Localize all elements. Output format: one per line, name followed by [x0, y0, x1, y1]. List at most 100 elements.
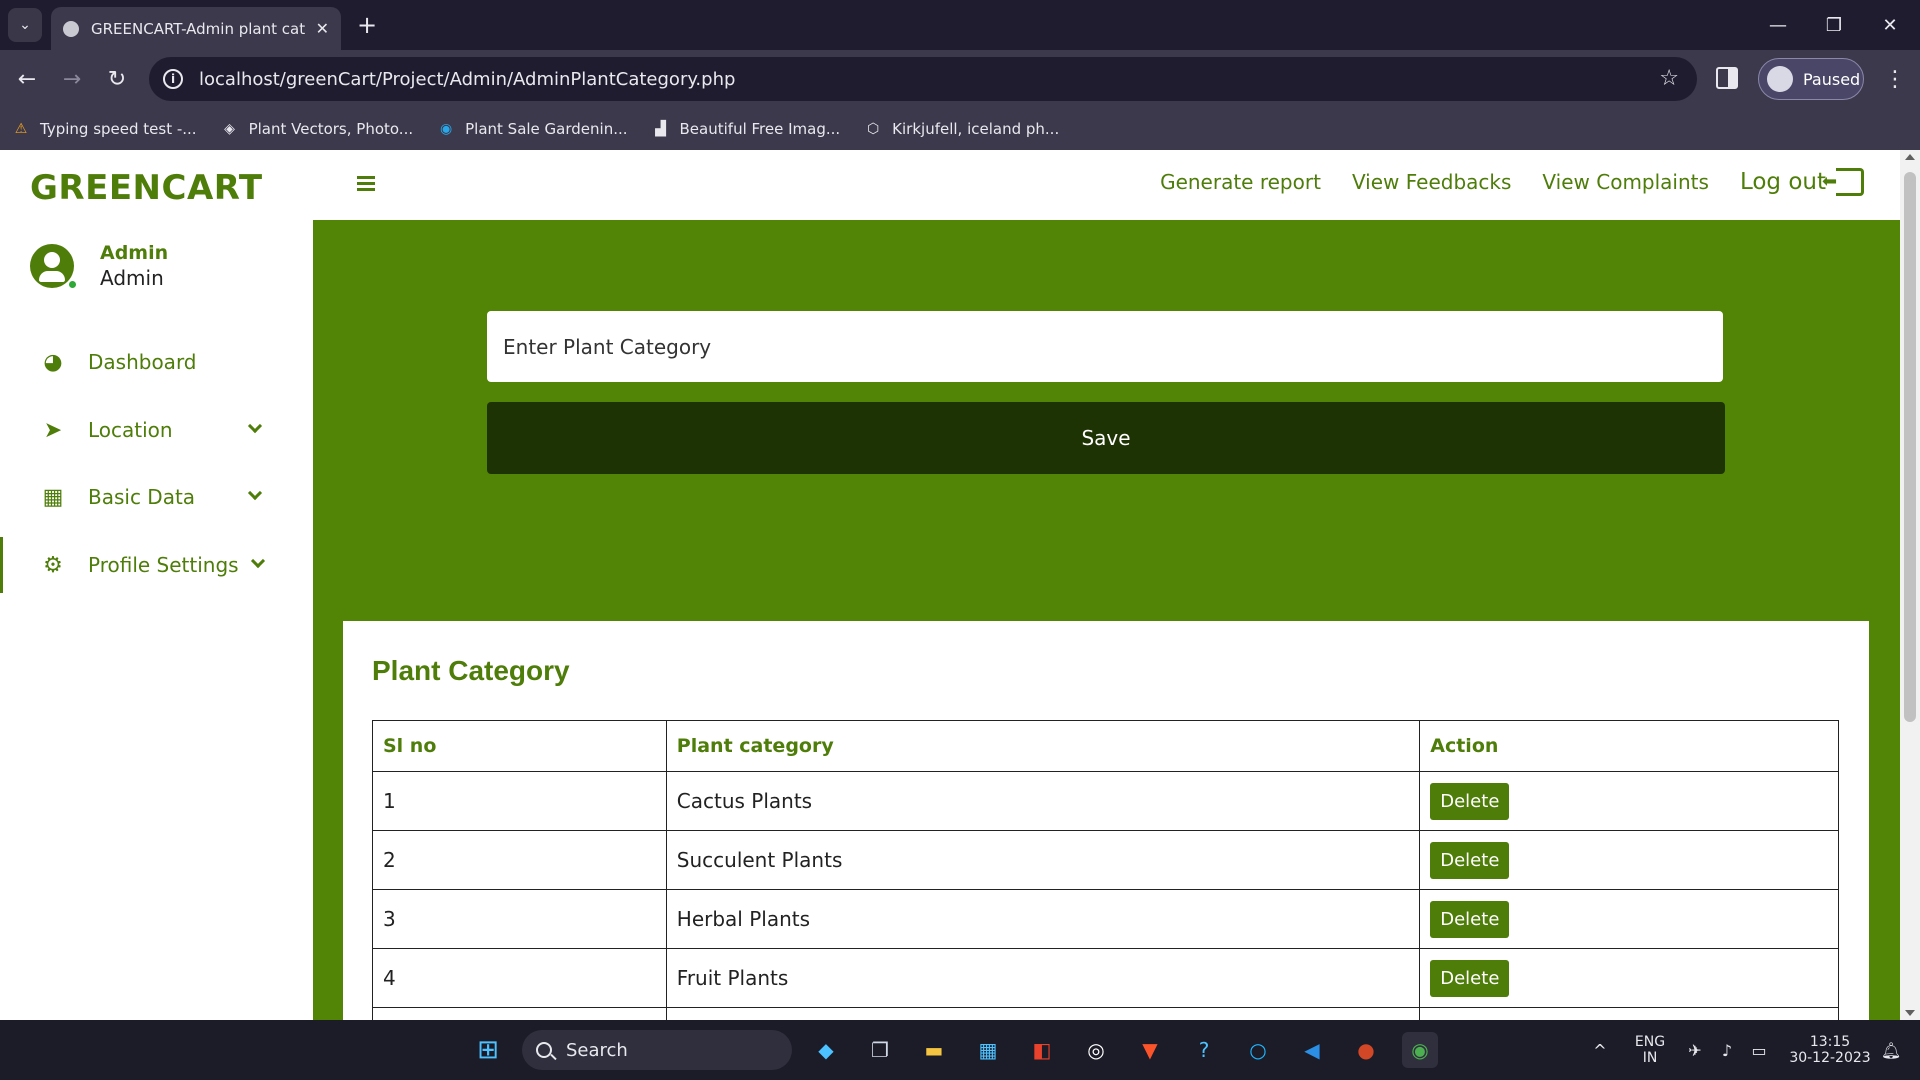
table-row: 1 Cactus Plants Delete	[372, 771, 1839, 831]
close-tab-icon[interactable]: ✕	[316, 19, 329, 38]
file-explorer-icon[interactable]: ▬	[916, 1032, 952, 1068]
avatar	[30, 244, 78, 290]
top-links: Generate report View Feedbacks View Comp…	[1129, 168, 1864, 196]
vscode-icon[interactable]: ◀	[1294, 1032, 1330, 1068]
site-info-icon[interactable]: i	[163, 69, 183, 89]
top-navbar: Generate report View Feedbacks View Comp…	[313, 150, 1900, 220]
tray-overflow-icon[interactable]: ^	[1585, 1020, 1615, 1080]
os-taskbar: ⊞ Search ◆ ❐ ▬ ▦ ◧ ◎ ▼ ? ○ ◀ ● ◉ ^ ENG I…	[0, 1020, 1920, 1080]
view-complaints-link[interactable]: View Complaints	[1542, 170, 1709, 194]
bookmarks-bar: ⚠ Typing speed test -... ◈ Plant Vectors, …	[0, 108, 1920, 150]
cell-category: Fruit Plants	[665, 948, 1421, 1008]
online-status-dot	[67, 279, 78, 290]
sidebar-item-label: Dashboard	[88, 350, 197, 374]
brave-browser-icon[interactable]: ▼	[1132, 1032, 1168, 1068]
taskbar-search[interactable]: Search	[522, 1030, 792, 1070]
cell-action: Delete	[1419, 889, 1839, 949]
forward-button[interactable]: →	[55, 62, 89, 96]
sidebar-item-label: Basic Data	[88, 485, 196, 509]
sidebar-item-profile-settings[interactable]: ⚙ Profile Settings	[0, 537, 313, 593]
bookmark-item[interactable]: ◈ Plant Vectors, Photo...	[221, 120, 413, 138]
bookmark-item[interactable]: ▟ Beautiful Free Imag...	[652, 120, 840, 138]
view-feedbacks-link[interactable]: View Feedbacks	[1352, 170, 1511, 194]
sidebar-item-basic-data[interactable]: ▦ Basic Data	[0, 469, 313, 525]
chevron-down-icon	[250, 553, 266, 569]
hamburger-menu-icon[interactable]	[357, 176, 375, 192]
clock-time: 13:15	[1809, 1034, 1851, 1050]
chrome-icon[interactable]: ◉	[1402, 1032, 1438, 1068]
windows-start-icon[interactable]: ⊞	[470, 1032, 506, 1068]
restore-button[interactable]: ❐	[1806, 0, 1862, 50]
bookmark-item[interactable]: ⬡ Kirkjufell, iceland ph...	[864, 120, 1059, 138]
taskbar-search-label: Search	[566, 1039, 628, 1061]
clock[interactable]: 13:15 30-12-2023	[1780, 1020, 1880, 1080]
cell-action	[1419, 1007, 1839, 1020]
task-view-icon[interactable]: ❐	[862, 1032, 898, 1068]
logout-icon	[1822, 168, 1864, 196]
notification-bell-icon[interactable]: 🔔︎	[1876, 1020, 1906, 1080]
bookmark-item[interactable]: ⚠ Typing speed test -...	[12, 120, 197, 138]
generate-report-link[interactable]: Generate report	[1160, 170, 1321, 194]
profile-button[interactable]: Paused	[1758, 58, 1864, 100]
language-code: ENG	[1634, 1034, 1666, 1050]
address-bar[interactable]: i localhost/greenCart/Project/Admin/Admi…	[149, 57, 1697, 101]
plant-category-input[interactable]	[487, 311, 1723, 382]
bookmark-item[interactable]: ◉ Plant Sale Gardenin...	[437, 120, 628, 138]
delete-button[interactable]: Delete	[1430, 959, 1510, 997]
new-tab-button[interactable]: +	[352, 10, 382, 40]
save-button[interactable]: Save	[487, 402, 1725, 474]
cell-category: Cactus Plants	[665, 771, 1421, 831]
tab-search-button[interactable]: ⌄	[8, 8, 42, 42]
column-header-plant-category: Plant category	[665, 720, 1421, 772]
scrollbar-thumb[interactable]	[1904, 172, 1916, 722]
logout-link[interactable]: Log out	[1740, 168, 1864, 196]
delete-button[interactable]: Delete	[1430, 900, 1510, 938]
reload-button[interactable]: ↻	[100, 62, 134, 96]
location-arrow-icon: ➤	[43, 417, 63, 443]
close-window-button[interactable]: ✕	[1862, 0, 1918, 50]
table-row: 3 Herbal Plants Delete	[372, 889, 1839, 949]
cell-sl-no: 4	[372, 948, 667, 1008]
search-globe-icon: ◉	[440, 121, 453, 137]
column-header-sl-no: Sl no	[372, 720, 667, 772]
side-panel-icon[interactable]	[1716, 67, 1738, 89]
category-form-section: Save	[313, 220, 1900, 621]
sidebar-item-dashboard[interactable]: ◕ Dashboard	[0, 334, 313, 390]
cortana-icon[interactable]: ○	[1240, 1032, 1276, 1068]
browser-menu-icon[interactable]: ⋮	[1880, 62, 1910, 96]
volume-icon[interactable]: ♪	[1712, 1020, 1742, 1080]
brand-logo[interactable]: GREENCART	[30, 168, 263, 208]
logout-label: Log out	[1739, 169, 1826, 195]
help-icon[interactable]: ?	[1186, 1032, 1222, 1068]
browser-tab-strip: ⌄ GREENCART-Admin plant categ ✕ + — ❐ ✕	[0, 0, 1920, 50]
sidebar-item-location[interactable]: ➤ Location	[0, 402, 313, 458]
github-desktop-icon[interactable]: ◎	[1078, 1032, 1114, 1068]
microsoft-store-icon[interactable]: ▦	[970, 1032, 1006, 1068]
tab-title: GREENCART-Admin plant categ	[91, 19, 306, 38]
gears-icon: ⚙	[43, 552, 63, 578]
cell-category: Succulent Plants	[665, 830, 1421, 890]
page-scrollbar[interactable]	[1900, 150, 1920, 1020]
card-title: Plant Category	[372, 655, 570, 686]
chevron-down-icon	[247, 485, 263, 501]
cell-action: Delete	[1419, 948, 1839, 1008]
back-button[interactable]: ←	[10, 62, 44, 96]
language-indicator[interactable]: ENG IN	[1630, 1020, 1670, 1080]
powerpoint-icon[interactable]: ●	[1348, 1032, 1384, 1068]
network-icon[interactable]: ✈	[1680, 1020, 1710, 1080]
scroll-up-arrow-icon[interactable]	[1905, 154, 1915, 160]
browser-tab[interactable]: GREENCART-Admin plant categ ✕	[51, 7, 341, 50]
delete-button[interactable]: Delete	[1430, 782, 1510, 820]
table-header-row: Sl no Plant category Action	[372, 720, 1839, 772]
section-background	[313, 621, 343, 1020]
copilot-icon[interactable]: ◆	[808, 1032, 844, 1068]
section-background	[1869, 621, 1900, 1020]
office-icon[interactable]: ◧	[1024, 1032, 1060, 1068]
minimize-button[interactable]: —	[1750, 0, 1806, 50]
delete-button[interactable]: Delete	[1430, 841, 1510, 879]
bookmark-star-icon[interactable]: ☆	[1659, 66, 1679, 91]
chevron-down-icon: ⌄	[19, 17, 31, 33]
scroll-down-arrow-icon[interactable]	[1905, 1010, 1915, 1016]
dashboard-icon: ◕	[43, 349, 63, 375]
battery-icon[interactable]: ▭	[1744, 1020, 1774, 1080]
